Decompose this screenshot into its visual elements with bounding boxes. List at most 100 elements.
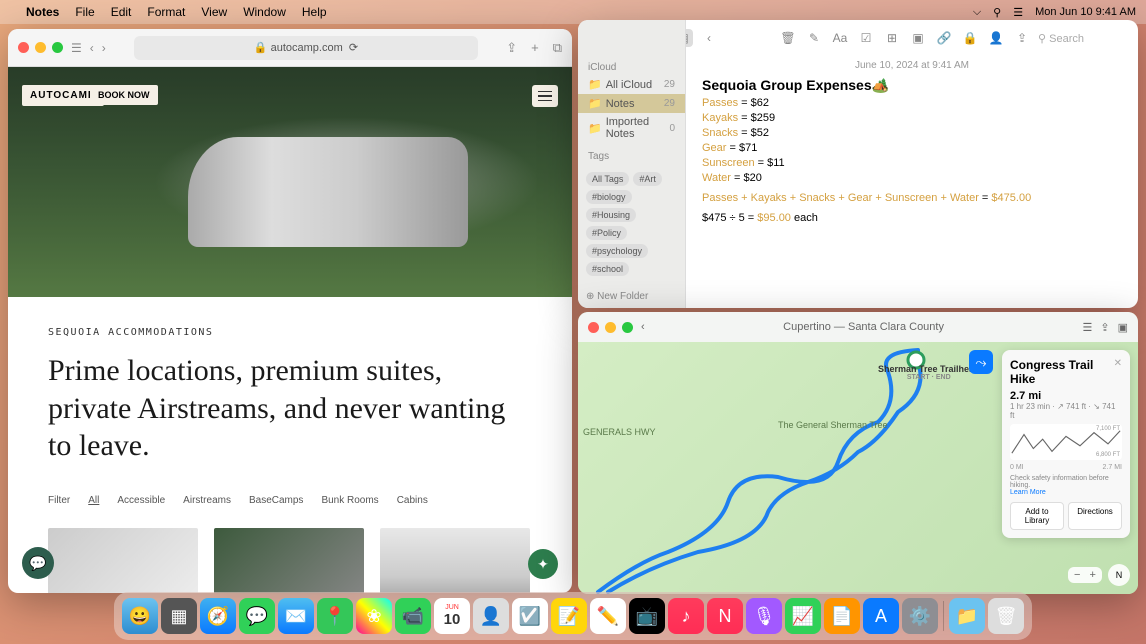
filter-all[interactable]: All: [88, 495, 99, 506]
compass-icon[interactable]: N: [1108, 564, 1130, 586]
add-library-button[interactable]: Add to Library: [1010, 502, 1064, 530]
dock-downloads-icon[interactable]: 📁: [949, 598, 985, 634]
new-tab-icon[interactable]: +: [531, 40, 539, 56]
reload-icon[interactable]: ⟳: [349, 41, 358, 54]
dock-news-icon[interactable]: N: [707, 598, 743, 634]
accommodation-thumb[interactable]: [48, 528, 198, 594]
dock-photos-icon[interactable]: ❀: [356, 598, 392, 634]
collaborate-icon[interactable]: 👤: [986, 29, 1006, 47]
dock-mail-icon[interactable]: ✉️: [278, 598, 314, 634]
dock-safari-icon[interactable]: 🧭: [200, 598, 236, 634]
share-icon[interactable]: ⇪: [1012, 29, 1032, 47]
sidebar-icon[interactable]: ☰: [71, 41, 82, 55]
folder-notes[interactable]: 📁 Notes29: [578, 94, 685, 113]
share-icon[interactable]: ⇪: [506, 40, 517, 56]
tag[interactable]: #Housing: [586, 208, 636, 222]
zoom-icon[interactable]: [622, 322, 633, 333]
clock[interactable]: Mon Jun 10 9:41 AM: [1035, 6, 1136, 18]
filter-basecamps[interactable]: BaseCamps: [249, 495, 303, 506]
route-mode-icon[interactable]: ⤳: [969, 350, 993, 374]
zoom-icon[interactable]: [52, 42, 63, 53]
note-editor[interactable]: June 10, 2024 at 9:41 AM Sequoia Group E…: [686, 20, 1138, 308]
filter-accessible[interactable]: Accessible: [117, 495, 165, 506]
chat-icon[interactable]: 💬: [22, 547, 54, 579]
menu-help[interactable]: Help: [302, 5, 327, 19]
menu-file[interactable]: File: [75, 5, 94, 19]
filter-airstreams[interactable]: Airstreams: [183, 495, 231, 506]
tabs-icon[interactable]: ⧉: [553, 40, 562, 56]
dock-appstore-icon[interactable]: A: [863, 598, 899, 634]
checklist-icon[interactable]: ☑: [856, 29, 876, 47]
tag[interactable]: #Policy: [586, 226, 627, 240]
menu-format[interactable]: Format: [147, 5, 185, 19]
new-folder-button[interactable]: ⊕ New Folder: [586, 291, 648, 302]
search-icon[interactable]: ⚲: [993, 6, 1001, 19]
dock-finder-icon[interactable]: 😀: [122, 598, 158, 634]
tag[interactable]: #school: [586, 262, 629, 276]
back-icon[interactable]: ‹: [641, 321, 645, 333]
eyebrow: SEQUOIA ACCOMMODATIONS: [48, 327, 532, 338]
dock-contacts-icon[interactable]: 👤: [473, 598, 509, 634]
minimize-icon[interactable]: [35, 42, 46, 53]
folder-imported[interactable]: 📁 Imported Notes0: [578, 113, 685, 143]
table-icon[interactable]: ⊞: [882, 29, 902, 47]
lock-icon[interactable]: 🔒: [960, 29, 980, 47]
book-now-button[interactable]: BOOK NOW: [90, 85, 158, 105]
url-field[interactable]: 🔒 autocamp.com ⟳: [134, 36, 478, 60]
dock-pages-icon[interactable]: 📄: [824, 598, 860, 634]
back-icon[interactable]: ‹: [699, 29, 719, 47]
dock-trash-icon[interactable]: 🗑: [988, 598, 1024, 634]
airstream-image: [188, 137, 468, 247]
safety-note: Check safety information before hiking.: [1010, 475, 1122, 489]
accessibility-icon[interactable]: ✦: [528, 549, 558, 579]
minimize-icon[interactable]: [605, 322, 616, 333]
map-mode-icon[interactable]: ▣: [1118, 321, 1128, 334]
compose-icon[interactable]: ✎: [804, 29, 824, 47]
tag[interactable]: #psychology: [586, 244, 648, 258]
close-icon[interactable]: [18, 42, 29, 53]
tag[interactable]: #biology: [586, 190, 632, 204]
learn-more-link[interactable]: Learn More: [1010, 489, 1122, 496]
dock-settings-icon[interactable]: ⚙️: [902, 598, 938, 634]
dock-freeform-icon[interactable]: ✏️: [590, 598, 626, 634]
dock-calendar-icon[interactable]: JUN10: [434, 598, 470, 634]
dock-music-icon[interactable]: ♪: [668, 598, 704, 634]
dock-stocks-icon[interactable]: 📈: [785, 598, 821, 634]
media-icon[interactable]: ▣: [908, 29, 928, 47]
filter-cabins[interactable]: Cabins: [397, 495, 428, 506]
menu-edit[interactable]: Edit: [111, 5, 132, 19]
filter-bunkrooms[interactable]: Bunk Rooms: [321, 495, 378, 506]
close-panel-icon[interactable]: ✕: [1114, 358, 1122, 369]
tag[interactable]: All Tags: [586, 172, 629, 186]
search-input[interactable]: ⚲ Search: [1038, 32, 1128, 45]
format-icon[interactable]: Aa: [830, 29, 850, 47]
link-icon[interactable]: 🔗: [934, 29, 954, 47]
back-icon[interactable]: ‹: [90, 41, 94, 55]
hamburger-icon[interactable]: [532, 85, 558, 107]
menu-view[interactable]: View: [201, 5, 227, 19]
dock-notes-icon[interactable]: 📝: [551, 598, 587, 634]
dock-facetime-icon[interactable]: 📹: [395, 598, 431, 634]
app-menu[interactable]: Notes: [26, 5, 59, 19]
control-center-icon[interactable]: ☰: [1013, 6, 1023, 19]
share-icon[interactable]: ⇪: [1100, 321, 1109, 334]
tag[interactable]: #Art: [633, 172, 662, 186]
map-canvas[interactable]: GENERALS HWY The General Sherman Tree Sh…: [578, 342, 1138, 594]
dock-tv-icon[interactable]: 📺: [629, 598, 665, 634]
dock-maps-icon[interactable]: 📍: [317, 598, 353, 634]
directions-button[interactable]: Directions: [1068, 502, 1122, 530]
dock-launchpad-icon[interactable]: ▦: [161, 598, 197, 634]
favorites-icon[interactable]: ☰: [1083, 321, 1093, 334]
wifi-icon[interactable]: ⌵: [973, 6, 981, 19]
dock-podcasts-icon[interactable]: 🎙: [746, 598, 782, 634]
accommodation-thumb[interactable]: [214, 528, 364, 594]
close-icon[interactable]: [588, 322, 599, 333]
accommodation-thumb[interactable]: [380, 528, 530, 594]
menu-window[interactable]: Window: [243, 5, 286, 19]
dock-reminders-icon[interactable]: ☑️: [512, 598, 548, 634]
dock-messages-icon[interactable]: 💬: [239, 598, 275, 634]
forward-icon[interactable]: ›: [102, 41, 106, 55]
folder-all-icloud[interactable]: 📁 All iCloud29: [578, 75, 685, 94]
delete-icon[interactable]: 🗑: [778, 29, 798, 47]
zoom-control[interactable]: − +: [1068, 567, 1102, 583]
